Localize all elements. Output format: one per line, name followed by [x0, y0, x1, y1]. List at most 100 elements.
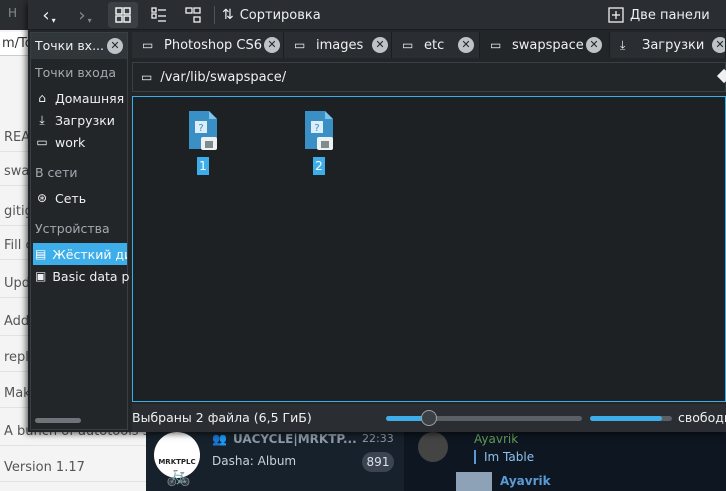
folder-icon: ▭: [294, 38, 306, 52]
tab-photoshop[interactable]: ▭ Photoshop CS6 ✕: [132, 32, 284, 58]
tab-label: images: [316, 37, 364, 53]
chat-title-text: UACYCLE|MRKTP...: [232, 432, 357, 446]
toolbar: ‹ ▾ › ▾ ⇅ Сортировка Две панели: [28, 0, 726, 30]
folder-icon: ▭: [490, 38, 502, 52]
download-icon: ⤓: [39, 112, 45, 127]
file-view[interactable]: ? 1 ? 2: [132, 96, 726, 402]
places-item-network[interactable]: ⊛ Сеть: [35, 187, 129, 209]
close-icon[interactable]: ✕: [107, 38, 123, 54]
split-view-label: Две панели: [630, 7, 710, 23]
places-item-label: work: [55, 134, 86, 150]
download-icon: ⤓: [620, 37, 626, 52]
close-icon[interactable]: ✕: [586, 37, 602, 53]
toolbar-separator: [214, 6, 215, 24]
message-avatar: [418, 432, 448, 462]
zoom-slider[interactable]: [386, 410, 582, 426]
places-item-downloads[interactable]: ⤓ Загрузки: [35, 109, 129, 131]
status-bar: Выбраны 2 файла (6,5 ГиБ) свободно: [132, 404, 726, 432]
background-list-item[interactable]: Version 1.17: [0, 454, 146, 482]
sort-icon: ⇅: [222, 7, 234, 23]
chevron-left-icon: ‹: [42, 4, 50, 26]
file-item[interactable]: ? 2: [289, 109, 349, 179]
places-item-hdd[interactable]: ▤ Жёсткий ди: [33, 243, 127, 265]
svg-text:?: ?: [314, 123, 319, 134]
compact-view-button[interactable]: [144, 2, 174, 28]
places-scrollbar[interactable]: [35, 418, 81, 423]
file-manager-window: ‹ ▾ › ▾ ⇅ Сортировка Две панели Точки вх…: [28, 0, 726, 432]
places-header: Точки вх... ✕: [31, 33, 127, 59]
tab-swapspace[interactable]: ▭ swapspace ✕: [480, 32, 610, 58]
message-quote: Im Table: [474, 450, 534, 464]
tab-label: Photoshop CS6: [164, 37, 263, 53]
compact-view-icon: [151, 7, 166, 22]
places-item-work[interactable]: ▭ work: [35, 131, 129, 153]
message-thumbnail: [456, 472, 492, 491]
background-browser-top-text: Н: [8, 6, 18, 20]
network-icon: ⊛: [36, 191, 48, 205]
chat-avatar: 🚲 MRKTPLC: [154, 432, 200, 487]
tab-label: Загрузки: [642, 37, 705, 53]
chat-message-view: Ayavrik Im Table Ayavrik: [404, 432, 726, 491]
user-icon: 👥: [212, 432, 227, 446]
forward-button[interactable]: › ▾: [70, 2, 100, 28]
message-author: Ayavrik: [474, 432, 519, 446]
file-name: 1: [197, 157, 209, 175]
back-button[interactable]: ‹ ▾: [34, 2, 64, 28]
split-view-button[interactable]: Две панели: [608, 2, 718, 28]
tab-bar: ▭ Photoshop CS6 ✕ ▭ images ✕ ▭ etc ✕ ▭ s…: [132, 32, 726, 58]
drive-icon: ▣: [35, 269, 47, 283]
places-item-basic-data[interactable]: ▣ Basic data p: [35, 265, 129, 287]
close-icon[interactable]: ✕: [264, 37, 280, 53]
locked-file-icon: ?: [189, 111, 217, 150]
close-icon[interactable]: ✕: [372, 37, 388, 53]
folder-icon: ▭: [36, 135, 48, 149]
background-messenger: 🚲 MRKTPLC 👥 UACYCLE|MRKTP... 22:33 Dasha:…: [146, 432, 726, 491]
tab-images[interactable]: ▭ images ✕: [284, 32, 392, 58]
places-item-home[interactable]: ⌂ Домашняя: [35, 87, 129, 109]
svg-text:?: ?: [198, 123, 203, 134]
chevron-right-icon: ›: [78, 4, 86, 26]
chat-last-message: Dasha: Album: [212, 454, 297, 468]
location-edit-icon[interactable]: [716, 68, 726, 84]
chat-list-item[interactable]: 🚲 MRKTPLC 👥 UACYCLE|MRKTP... 22:33 Dasha:…: [146, 432, 404, 491]
details-view-button[interactable]: [178, 2, 208, 28]
icons-view-button[interactable]: [108, 2, 138, 28]
places-item-label: Домашняя: [55, 90, 125, 106]
free-space-label: свободно: [678, 410, 726, 425]
close-icon[interactable]: ✕: [458, 37, 474, 53]
sort-button[interactable]: ⇅ Сортировка: [222, 2, 334, 28]
places-section-entry: Точки входа: [35, 65, 117, 80]
folder-icon: ▭: [402, 38, 414, 52]
free-space-fill: [590, 416, 663, 421]
location-path: /var/lib/swapspace/: [160, 69, 287, 85]
hard-drive-icon: ▤: [35, 247, 47, 261]
places-title: Точки вх...: [35, 38, 105, 53]
close-icon[interactable]: ✕: [712, 37, 725, 53]
file-item[interactable]: ? 1: [173, 109, 233, 179]
tab-etc[interactable]: ▭ etc ✕: [392, 32, 480, 58]
locked-file-icon: ?: [305, 111, 333, 150]
dropdown-arrow-icon: ▾: [51, 15, 56, 25]
file-name: 2: [313, 157, 325, 175]
tab-label: swapspace: [512, 37, 584, 53]
places-item-label: Загрузки: [55, 112, 115, 128]
location-bar[interactable]: ▭ /var/lib/swapspace/: [132, 62, 726, 92]
tree-view-icon: [185, 7, 201, 23]
unread-badge: 891: [362, 452, 394, 472]
chat-avatar-text: MRKTPLC: [158, 458, 196, 466]
free-space-bar: [590, 416, 672, 421]
tab-label: etc: [424, 37, 445, 53]
zoom-slider-handle[interactable]: [421, 410, 438, 426]
tab-downloads[interactable]: ⤓ Загрузки ✕: [610, 32, 726, 58]
places-section-devices: Устройства: [35, 221, 110, 236]
sort-label: Сортировка: [239, 7, 321, 23]
places-item-label: Жёсткий ди: [52, 246, 127, 262]
folder-icon: ▭: [141, 70, 153, 84]
dropdown-arrow-icon: ▾: [87, 15, 92, 25]
places-item-label: Basic data p: [52, 268, 129, 284]
places-item-label: Сеть: [55, 190, 87, 206]
message-author-2: Ayavrik: [500, 474, 551, 488]
folder-icon: ▭: [142, 38, 154, 52]
selection-status: Выбраны 2 файла (6,5 ГиБ): [132, 410, 312, 425]
places-section-network: В сети: [35, 165, 78, 180]
